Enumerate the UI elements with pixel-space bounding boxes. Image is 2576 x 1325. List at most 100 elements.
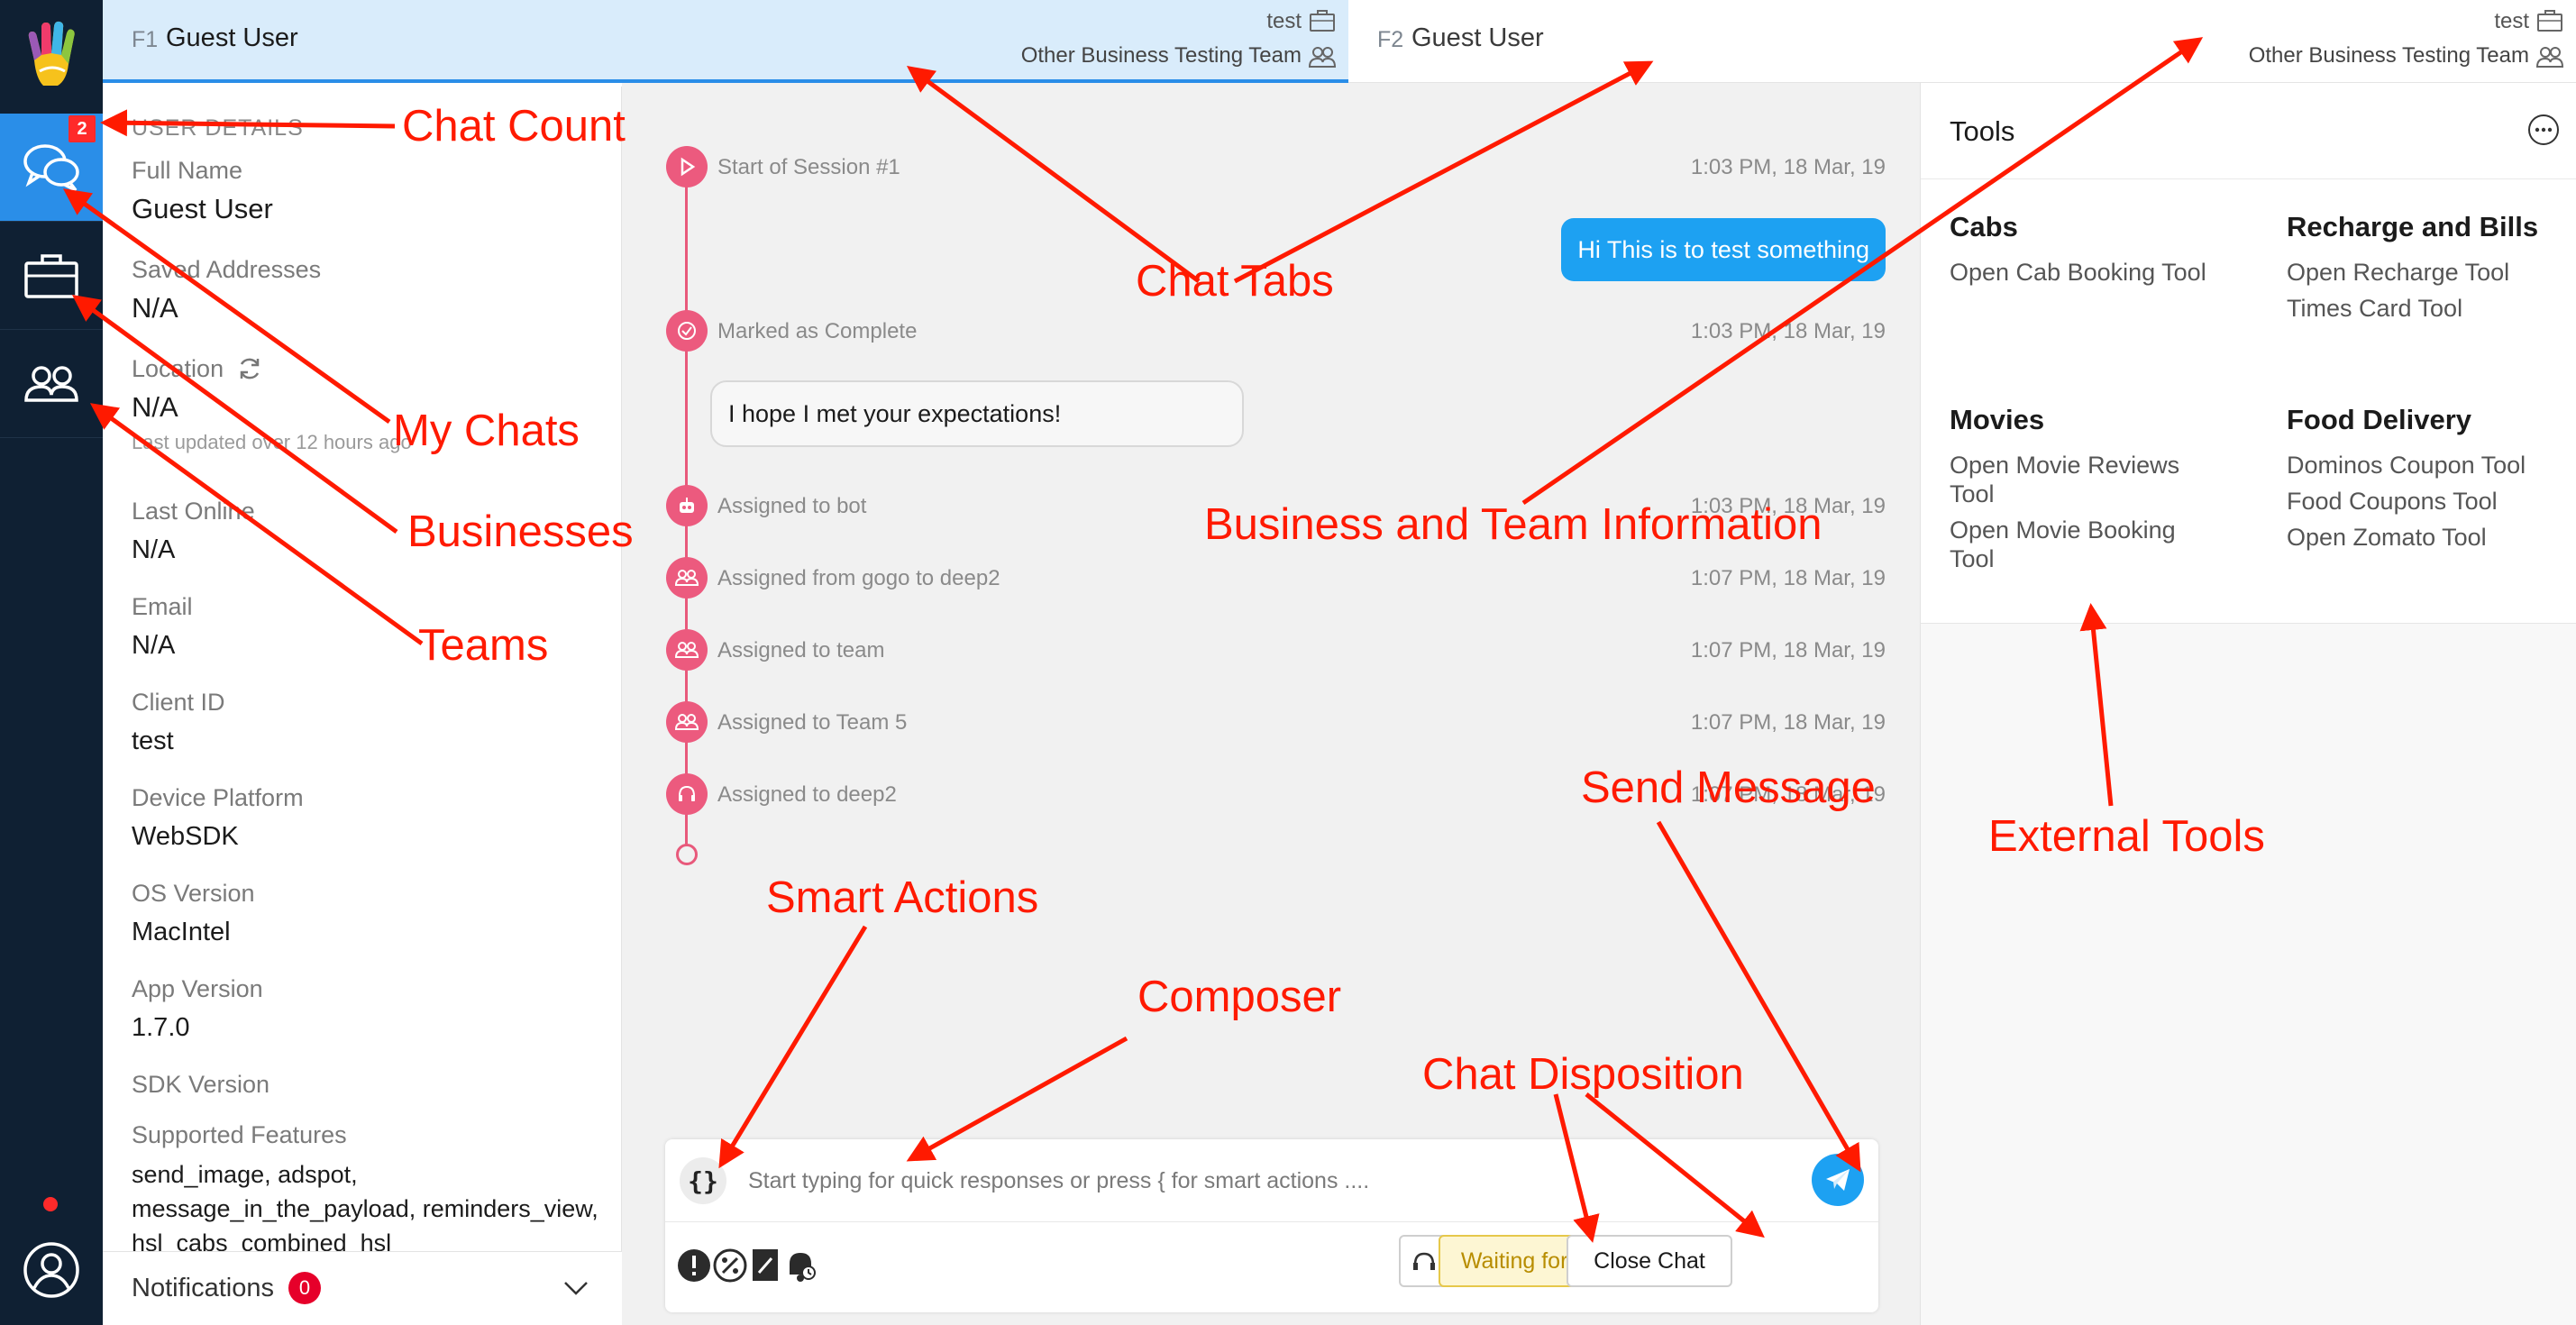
exclamation-icon — [678, 1249, 710, 1282]
play-icon — [681, 157, 696, 177]
message-input[interactable] — [746, 1163, 1801, 1199]
my-chats-button[interactable]: 2 — [0, 114, 103, 222]
location-value: N/A — [132, 391, 178, 423]
check-circle-icon — [678, 322, 696, 340]
notifications-label: Notifications — [132, 1274, 274, 1302]
user-details-panel: USER DETAILS Full Name Guest User Saved … — [103, 87, 622, 1325]
event-time: 1:07 PM, 18 Mar, 19 — [1690, 638, 1886, 662]
team-icon — [675, 570, 699, 586]
chevron-down-icon[interactable] — [562, 1277, 589, 1299]
team-icon — [2536, 47, 2563, 68]
tool-link[interactable]: Dominos Coupon Tool — [2287, 451, 2575, 480]
bell-clock-icon — [790, 1253, 816, 1282]
timeline-assign-node — [666, 701, 708, 743]
full-name-label: Full Name — [132, 157, 243, 184]
tool-link[interactable]: Food Coupons Tool — [2287, 487, 2575, 516]
event-time: 1:07 PM, 18 Mar, 19 — [1690, 782, 1886, 807]
last-online-label: Last Online — [132, 498, 255, 525]
saved-addresses-label: Saved Addresses — [132, 256, 322, 283]
tab-business-name: test — [1266, 9, 1302, 33]
alert-tool-button[interactable] — [674, 1246, 714, 1285]
location-label: Location — [132, 355, 224, 382]
saved-addresses-value: N/A — [132, 292, 178, 324]
user-avatar-icon — [23, 1242, 79, 1298]
more-options-icon[interactable] — [2526, 112, 2562, 148]
tool-group-cabs: Cabs — [1950, 211, 2018, 242]
tab-team-name: Other Business Testing Team — [2248, 43, 2529, 68]
details-header: USER DETAILS — [132, 115, 304, 141]
notifications-bar[interactable]: Notifications 0 — [103, 1251, 622, 1325]
tool-link[interactable]: Open Movie Reviews Tool — [1950, 451, 2220, 508]
timeline-assign-node — [666, 629, 708, 671]
tool-group-food: Food Delivery — [2287, 404, 2471, 435]
tool-link[interactable]: Times Card Tool — [2287, 294, 2575, 323]
chat-conversation: Start of Session #1 1:03 PM, 18 Mar, 19 … — [622, 83, 1920, 1325]
composer-input-row: {} — [665, 1139, 1878, 1222]
event-time: 1:03 PM, 18 Mar, 19 — [1690, 319, 1886, 343]
os-version-value: MacIntel — [132, 918, 231, 946]
paper-plane-icon — [1826, 1169, 1850, 1191]
timeline-end-node — [676, 844, 698, 865]
briefcase-icon — [2537, 10, 2562, 32]
tools-panel-empty-area — [1920, 624, 2576, 1325]
supported-features-value: send_image, adspot, message_in_the_paylo… — [132, 1161, 598, 1256]
os-version-label: OS Version — [132, 880, 255, 907]
close-chat-button[interactable]: Close Chat — [1567, 1235, 1732, 1287]
profile-button[interactable] — [20, 1238, 83, 1302]
outgoing-message: Hi This is to test something — [1561, 218, 1886, 281]
chat-count-badge: 2 — [69, 115, 96, 142]
app-version-label: App Version — [132, 975, 263, 1002]
tools-divider — [1921, 178, 2576, 179]
bot-message: I hope I met your expectations! — [710, 380, 1244, 447]
smart-actions-button[interactable]: {} — [680, 1157, 726, 1204]
headset-icon — [679, 785, 695, 801]
chat-tab-1[interactable]: F1 Guest User test Other Business Testin… — [103, 0, 1348, 83]
event-time: 1:07 PM, 18 Mar, 19 — [1690, 710, 1886, 735]
composer: {} Waiting for User Close Chat — [665, 1139, 1878, 1312]
tool-link[interactable]: Open Zomato Tool — [2287, 523, 2575, 552]
tool-link[interactable]: Open Cab Booking Tool — [1950, 258, 2238, 287]
app-version-value: 1.7.0 — [132, 1013, 190, 1042]
briefcase-icon — [1310, 10, 1335, 32]
event-text: Marked as Complete — [717, 319, 918, 343]
team-icon — [24, 365, 78, 402]
tool-link[interactable]: Open Movie Booking Tool — [1950, 516, 2220, 573]
tab-user-name: Guest User — [166, 23, 298, 52]
client-id-label: Client ID — [132, 689, 225, 716]
businesses-button[interactable] — [0, 222, 103, 330]
team-icon — [675, 642, 699, 658]
team-icon — [675, 714, 699, 730]
status-dot — [43, 1197, 58, 1211]
timeline-play-node — [666, 146, 708, 187]
full-name-value: Guest User — [132, 193, 273, 224]
send-message-button[interactable] — [1812, 1154, 1864, 1206]
timeline-bot-node — [666, 485, 708, 526]
notepad-icon — [753, 1249, 778, 1281]
briefcase-icon — [24, 253, 78, 298]
tool-group-recharge: Recharge and Bills — [2287, 211, 2539, 242]
tool-link[interactable]: Open Recharge Tool — [2287, 258, 2575, 287]
tools-title: Tools — [1950, 115, 2015, 147]
email-value: N/A — [132, 631, 176, 660]
supported-features-label: Supported Features — [132, 1121, 347, 1148]
app-logo — [0, 0, 103, 114]
reminder-tool-button[interactable] — [781, 1246, 820, 1285]
teams-button[interactable] — [0, 330, 103, 438]
device-platform-label: Device Platform — [132, 784, 304, 811]
coupon-tool-button[interactable] — [710, 1246, 750, 1285]
event-time: 1:07 PM, 18 Mar, 19 — [1690, 566, 1886, 590]
chat-tab-2[interactable]: F2 Guest User test Other Business Testin… — [1348, 0, 2576, 83]
event-time: 1:03 PM, 18 Mar, 19 — [1690, 494, 1886, 518]
event-text: Start of Session #1 — [717, 155, 900, 179]
device-platform-value: WebSDK — [132, 822, 239, 851]
tab-shortcut-key: F2 — [1377, 27, 1404, 52]
tab-user-name: Guest User — [1411, 23, 1544, 52]
event-text: Assigned to bot — [717, 494, 867, 518]
refresh-icon[interactable] — [236, 355, 263, 382]
last-online-value: N/A — [132, 535, 176, 564]
tab-business-name: test — [2494, 9, 2529, 33]
email-label: Email — [132, 593, 193, 620]
location-updated-text: Last updated over 12 hours ago — [132, 431, 412, 453]
event-text: Assigned to team — [717, 638, 885, 662]
chat-bubbles-icon — [23, 143, 79, 192]
